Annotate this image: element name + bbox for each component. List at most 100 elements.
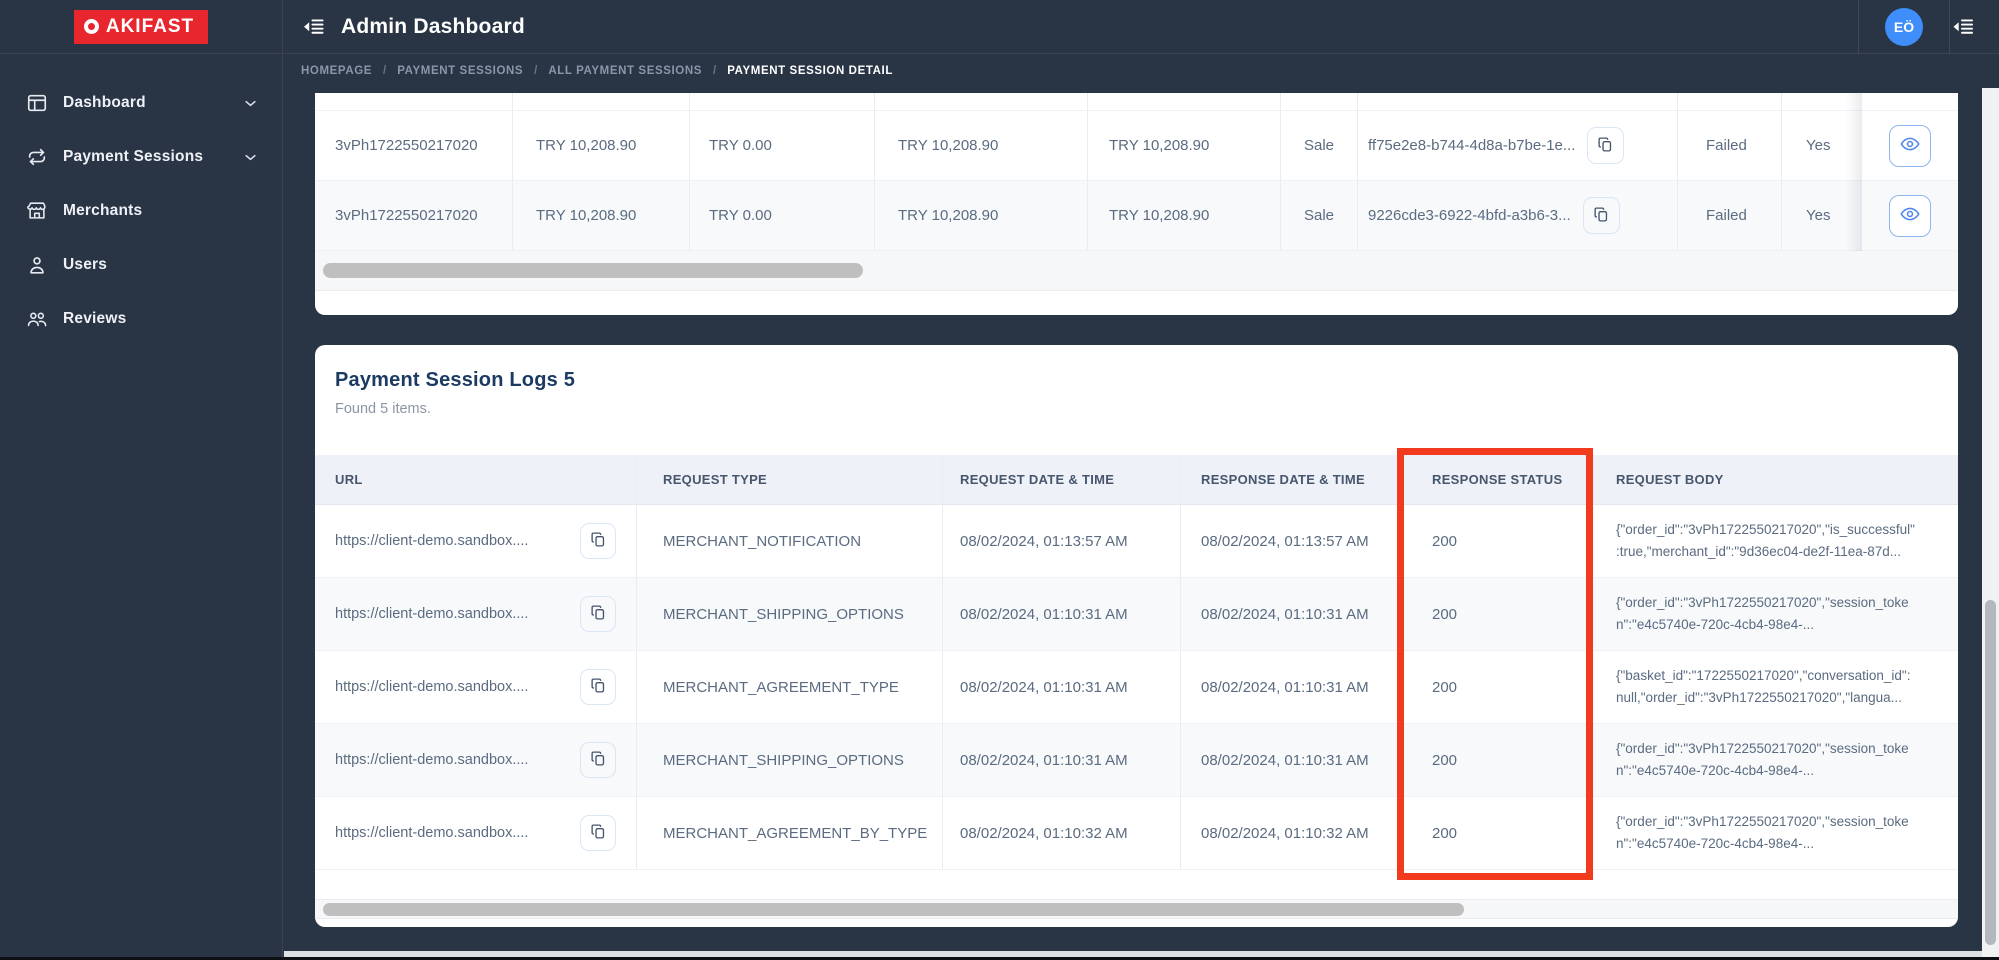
request-body-line: n":"e4c5740e-720c-4cb4-98e4-...: [1616, 616, 1814, 632]
logs-header: Payment Session Logs 5 Found 5 items.: [315, 345, 1958, 455]
refund-amount-cell: TRY 0.00: [690, 181, 875, 250]
breadcrumb-separator: /: [534, 65, 538, 77]
sidebar: AKIFAST Dashboard Payment Sessions Merch…: [0, 0, 283, 957]
table-row: 3vPh1722550217020 TRY 10,208.90 TRY 0.00…: [315, 111, 1958, 181]
copy-icon: [590, 823, 607, 843]
response-datetime-cell: 08/02/2024, 01:10:31 AM: [1181, 724, 1399, 796]
logs-table-header-row: URL REQUEST TYPE REQUEST DATE & TIME RES…: [315, 455, 1958, 505]
type-cell: Sale: [1281, 181, 1358, 250]
total-amount-cell: TRY 10,208.90: [1088, 181, 1281, 250]
response-status-cell: 200: [1399, 651, 1593, 723]
right-panel-toggle-icon[interactable]: [1950, 15, 1977, 39]
request-body-line: {"basket_id":"1722550217020","conversati…: [1616, 668, 1911, 683]
payment-session-logs-card: Payment Session Logs 5 Found 5 items. UR…: [315, 345, 1958, 927]
copy-icon: [590, 531, 607, 551]
response-status-cell: 200: [1399, 797, 1593, 869]
breadcrumb-homepage[interactable]: HOMEPAGE: [301, 65, 372, 77]
horizontal-scrollbar[interactable]: [315, 899, 1958, 919]
request-datetime-cell: 08/02/2024, 01:10:31 AM: [943, 724, 1181, 796]
transaction-id: 9226cde3-6922-4bfd-a3b6-3...: [1368, 207, 1571, 224]
url-text: https://client-demo.sandbox....: [335, 679, 529, 695]
total-amount-cell: TRY 10,208.90: [1088, 111, 1281, 180]
request-body-cell: {"order_id":"3vPh1722550217020","session…: [1593, 797, 1958, 869]
sidebar-item-reviews[interactable]: Reviews: [0, 292, 282, 346]
column-header-request-type: REQUEST TYPE: [637, 455, 943, 504]
status-cell: Failed: [1678, 111, 1782, 180]
sidebar-collapse-icon[interactable]: [301, 15, 327, 39]
logo-wrap: AKIFAST: [0, 0, 282, 54]
request-datetime-cell: 08/02/2024, 01:10:31 AM: [943, 578, 1181, 650]
column-header-response-status: RESPONSE STATUS: [1399, 455, 1593, 504]
amount-cell: TRY 10,208.90: [513, 111, 690, 180]
topbar: Admin Dashboard EÖ: [284, 0, 1999, 54]
url-text: https://client-demo.sandbox....: [335, 606, 529, 622]
payment-sessions-icon: [26, 146, 48, 168]
horizontal-scrollbar-thumb[interactable]: [323, 263, 863, 278]
column-header-url: URL: [315, 455, 637, 504]
vertical-scrollbar-thumb[interactable]: [1985, 600, 1996, 945]
order-no-cell: 3vPh1722550217020: [315, 181, 513, 250]
users-icon: [26, 254, 48, 276]
column-header-request-body: REQUEST BODY: [1593, 455, 1958, 504]
request-body-cell: {"order_id":"3vPh1722550217020","session…: [1593, 724, 1958, 796]
breadcrumb-payment-sessions[interactable]: PAYMENT SESSIONS: [397, 65, 523, 77]
horizontal-scrollbar[interactable]: [315, 251, 1958, 291]
topbar-right: EÖ: [1858, 0, 1999, 54]
sidebar-item-merchants[interactable]: Merchants: [0, 184, 282, 238]
reviews-icon: [26, 308, 48, 330]
transaction-id: ff75e2e8-b744-4d8a-b7be-1e...: [1368, 137, 1576, 154]
request-type-cell: MERCHANT_AGREEMENT_TYPE: [637, 651, 943, 723]
copy-icon: [590, 750, 607, 770]
avatar[interactable]: EÖ: [1885, 7, 1923, 46]
copy-button[interactable]: [580, 815, 616, 851]
table-row-clipped: [315, 93, 1958, 111]
request-body-line: n":"e4c5740e-720c-4cb4-98e4-...: [1616, 762, 1814, 778]
order-no-cell: 3vPh1722550217020: [315, 111, 513, 180]
request-body-line: null,"order_id":"3vPh1722550217020","lan…: [1616, 689, 1902, 705]
copy-button[interactable]: [1582, 197, 1620, 234]
copy-icon: [1597, 136, 1614, 156]
logs-table-row: https://client-demo.sandbox.... MERCHANT…: [315, 578, 1958, 651]
view-detail-button[interactable]: [1889, 194, 1931, 237]
view-detail-button[interactable]: [1889, 124, 1931, 167]
copy-icon: [1593, 206, 1610, 226]
response-datetime-cell: 08/02/2024, 01:13:57 AM: [1181, 505, 1399, 577]
request-body-cell: {"basket_id":"1722550217020","conversati…: [1593, 651, 1958, 723]
response-status-cell: 200: [1399, 724, 1593, 796]
net-amount-cell: TRY 10,208.90: [875, 181, 1088, 250]
copy-button[interactable]: [580, 523, 616, 559]
logs-table-row: https://client-demo.sandbox.... MERCHANT…: [315, 505, 1958, 578]
sidebar-item-label: Users: [63, 256, 108, 273]
sidebar-item-users[interactable]: Users: [0, 238, 282, 292]
horizontal-scrollbar-thumb[interactable]: [323, 903, 1464, 916]
vertical-scrollbar[interactable]: [1982, 88, 1999, 957]
request-body-line: {"order_id":"3vPh1722550217020","session…: [1616, 595, 1909, 610]
breadcrumb-all-payment-sessions[interactable]: ALL PAYMENT SESSIONS: [548, 65, 702, 77]
request-body-line: {"order_id":"3vPh1722550217020","session…: [1616, 814, 1909, 829]
request-type-cell: MERCHANT_NOTIFICATION: [637, 505, 943, 577]
request-datetime-cell: 08/02/2024, 01:13:57 AM: [943, 505, 1181, 577]
logs-table-row: https://client-demo.sandbox.... MERCHANT…: [315, 724, 1958, 797]
sidebar-item-label: Reviews: [63, 310, 127, 327]
screen: AKIFAST Dashboard Payment Sessions Merch…: [0, 0, 1999, 960]
copy-button[interactable]: [580, 669, 616, 705]
logo[interactable]: AKIFAST: [73, 9, 209, 44]
request-datetime-cell: 08/02/2024, 01:10:32 AM: [943, 797, 1181, 869]
column-header-request-datetime: REQUEST DATE & TIME: [943, 455, 1181, 504]
response-status-cell: 200: [1399, 578, 1593, 650]
breadcrumb-separator: /: [713, 65, 717, 77]
logs-table-row: https://client-demo.sandbox.... MERCHANT…: [315, 651, 1958, 724]
breadcrumb: HOMEPAGE / PAYMENT SESSIONS / ALL PAYMEN…: [284, 54, 1999, 88]
breadcrumb-separator: /: [383, 65, 387, 77]
copy-icon: [590, 604, 607, 624]
sidebar-item-label: Payment Sessions: [63, 148, 204, 165]
url-text: https://client-demo.sandbox....: [335, 533, 529, 549]
sidebar-item-label: Merchants: [63, 202, 143, 219]
copy-button[interactable]: [580, 742, 616, 778]
eye-icon: [1899, 203, 1921, 228]
copy-button[interactable]: [580, 596, 616, 632]
sidebar-item-payment-sessions[interactable]: Payment Sessions: [0, 130, 282, 184]
url-cell: https://client-demo.sandbox....: [315, 724, 637, 796]
copy-button[interactable]: [1587, 127, 1625, 164]
sidebar-item-dashboard[interactable]: Dashboard: [0, 76, 282, 130]
